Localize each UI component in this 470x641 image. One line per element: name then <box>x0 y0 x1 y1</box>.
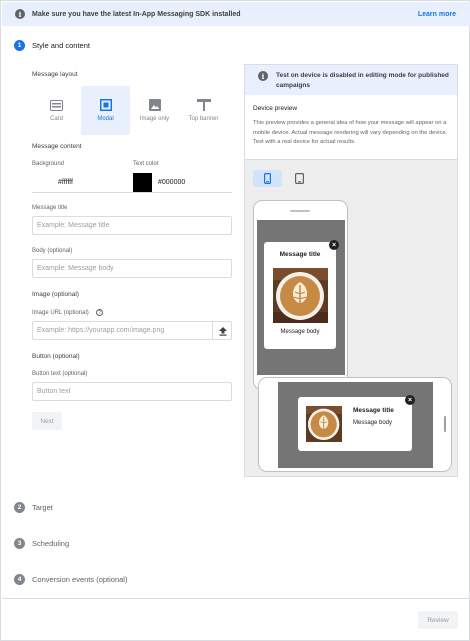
message-content-label: Message content <box>32 143 82 150</box>
layout-option-label: Card <box>49 115 63 122</box>
phone-portrait-icon <box>264 173 271 184</box>
preview-message-title: Message title <box>279 251 321 258</box>
background-value: #ffffff <box>58 178 73 186</box>
phone-speaker <box>444 416 446 432</box>
message-title-placeholder: Example: Message title <box>37 222 110 229</box>
body-placeholder: Example: Message body <box>37 265 114 272</box>
step-label: Target <box>32 503 53 512</box>
landscape-toggle[interactable] <box>285 170 314 187</box>
body-label: Body (optional) <box>32 248 73 254</box>
card-icon <box>50 99 63 111</box>
layout-option-modal[interactable]: Modal <box>81 86 130 135</box>
image-icon <box>148 99 161 111</box>
step-style-and-content[interactable]: 1 Style and content <box>14 40 90 51</box>
modal-icon <box>99 99 112 111</box>
button-text-input[interactable]: Button text <box>32 382 232 401</box>
text-color-label: Text color <box>133 161 159 167</box>
layout-option-top-banner[interactable]: Top banner <box>179 86 228 135</box>
preview-title: Device preview <box>253 105 298 112</box>
preview-message-body: Message body <box>280 329 320 335</box>
step-number: 3 <box>14 538 25 549</box>
button-text-placeholder: Button text <box>37 388 71 395</box>
footer-divider <box>2 598 470 599</box>
step-conversion-events[interactable]: 4 Conversion events (optional) <box>14 574 127 585</box>
message-title-input[interactable]: Example: Message title <box>32 216 232 235</box>
step-scheduling[interactable]: 3 Scheduling <box>14 538 69 549</box>
image-url-placeholder: Example: https://yourapp.com/image.png <box>37 327 165 334</box>
info-icon: i <box>258 71 268 81</box>
layout-option-label: Top banner <box>188 116 219 122</box>
text-color-swatch[interactable] <box>133 172 152 192</box>
campaign-editor: i Make sure you have the latest In-App M… <box>0 0 470 641</box>
notice-text: Test on device is disabled in editing mo… <box>276 72 449 89</box>
button-section-label: Button (optional) <box>32 353 80 360</box>
banner-text: Make sure you have the latest In-App Mes… <box>32 10 241 18</box>
step-number: 2 <box>14 502 25 513</box>
coffee-image <box>273 268 328 323</box>
test-disabled-notice: i Test on device is disabled in editing … <box>245 65 457 95</box>
step-label: Conversion events (optional) <box>32 575 128 584</box>
image-section-label: Image (optional) <box>32 291 79 298</box>
next-button[interactable]: Next <box>32 412 62 430</box>
sdk-banner: i Make sure you have the latest In-App M… <box>2 2 470 26</box>
coffee-image <box>306 406 342 442</box>
text-color-field[interactable]: #000000 <box>132 172 232 192</box>
button-text-label: Button text (optional) <box>32 371 88 377</box>
step-target[interactable]: 2 Target <box>14 502 53 513</box>
phone-speaker <box>290 210 310 212</box>
preview-description: This preview provides a general idea of … <box>253 120 448 145</box>
layout-option-label: Modal <box>97 116 114 122</box>
message-layout-label: Message layout <box>32 71 78 78</box>
background-swatch[interactable] <box>33 172 52 192</box>
preview-message-title: Message title <box>353 407 394 414</box>
image-url-input[interactable]: Example: https://yourapp.com/image.png <box>32 321 232 340</box>
close-icon[interactable]: × <box>329 240 339 250</box>
preview-message-body: Message body <box>353 420 393 426</box>
top-banner-icon <box>196 99 211 111</box>
step-label: Scheduling <box>32 539 70 548</box>
color-fields: #ffffff #000000 <box>32 172 232 193</box>
message-title-label: Message title <box>32 205 68 211</box>
background-label: Background <box>32 161 65 167</box>
text-color-value: #000000 <box>158 178 186 186</box>
portrait-toggle[interactable] <box>253 170 282 187</box>
landscape-modal-preview: Message title Message body <box>298 397 412 451</box>
step-label: Style and content <box>32 41 90 50</box>
info-icon: i <box>15 9 25 19</box>
learn-more-link[interactable]: Learn more <box>418 11 456 18</box>
layout-option-image-only[interactable]: Image only <box>130 86 179 135</box>
review-button[interactable]: Review <box>418 611 458 629</box>
image-url-label: Image URL (optional) <box>32 310 89 316</box>
body-input[interactable]: Example: Message body <box>32 259 232 278</box>
upload-icon <box>218 326 227 336</box>
layout-option-label: Image only <box>139 116 170 122</box>
layout-option-card[interactable]: Card <box>32 86 81 135</box>
layout-selector: Card Modal Image only Top banner <box>32 86 228 135</box>
preview-description-box: Device preview This preview provides a g… <box>245 95 457 160</box>
portrait-modal-preview: Message title Message body <box>264 242 336 349</box>
step-number: 4 <box>14 574 25 585</box>
upload-button[interactable] <box>212 322 232 340</box>
help-icon[interactable]: ? <box>96 309 103 316</box>
tablet-icon <box>295 173 304 184</box>
step-number: 1 <box>14 40 25 51</box>
background-color-field[interactable]: #ffffff <box>32 172 132 192</box>
close-icon[interactable]: × <box>405 395 415 405</box>
